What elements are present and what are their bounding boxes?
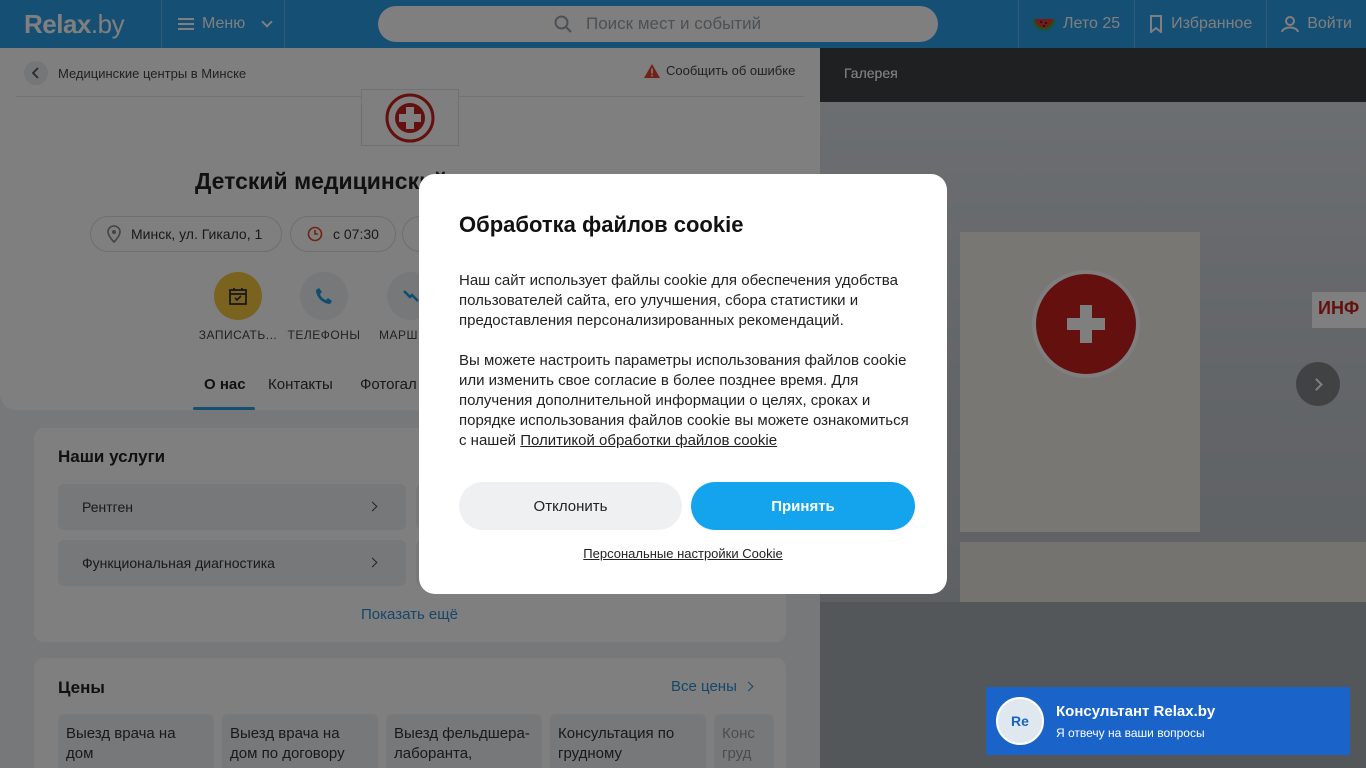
- chat-title: Консультант Relax.by: [1056, 702, 1216, 720]
- cookie-dialog: Обработка файлов cookie Наш сайт использ…: [419, 174, 947, 594]
- cookie-dialog-title: Обработка файлов cookie: [459, 212, 744, 237]
- avatar: Re: [996, 697, 1044, 745]
- decline-button[interactable]: Отклонить: [459, 482, 682, 530]
- cookie-policy-link[interactable]: Политикой обработки файлов cookie: [520, 432, 777, 449]
- accept-button[interactable]: Принять: [691, 482, 915, 530]
- chat-subtitle: Я отвечу на ваши вопросы: [1056, 725, 1205, 740]
- cookie-settings-link[interactable]: Персональные настройки Cookie: [419, 546, 947, 561]
- cookie-paragraph-2: Вы можете настроить параметры использова…: [459, 351, 911, 451]
- chat-text: Консультант Relax.by Я отвечу на ваши во…: [1056, 703, 1215, 740]
- chat-widget[interactable]: Re Консультант Relax.by Я отвечу на ваши…: [986, 687, 1350, 755]
- cookie-paragraph-1: Наш сайт использует файлы cookie для обе…: [459, 272, 898, 329]
